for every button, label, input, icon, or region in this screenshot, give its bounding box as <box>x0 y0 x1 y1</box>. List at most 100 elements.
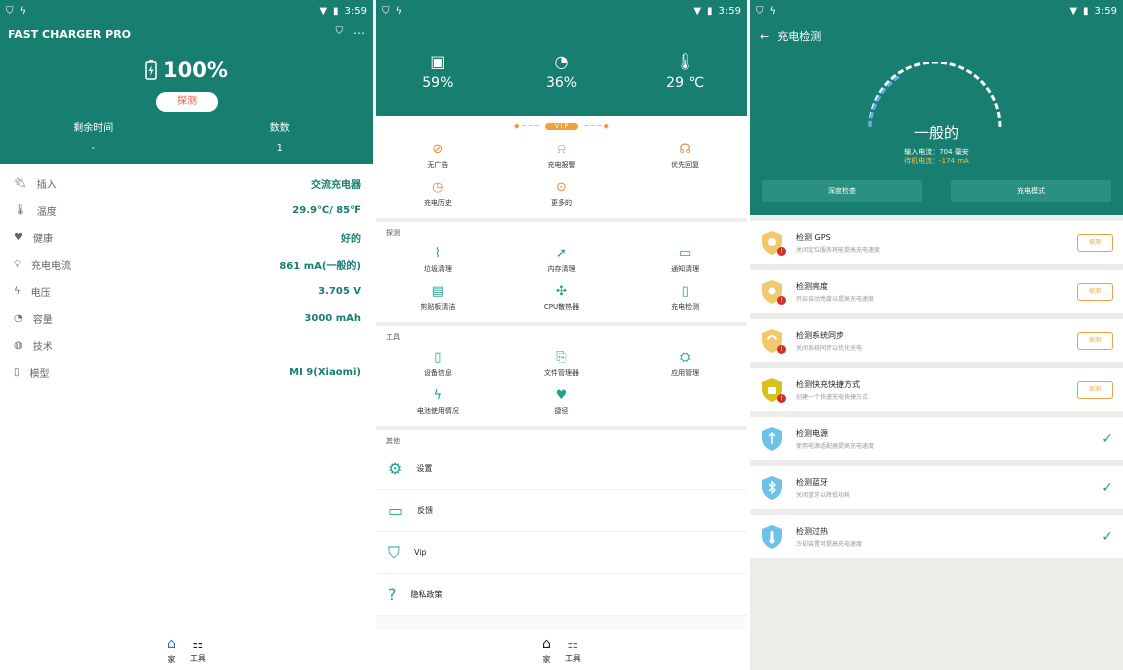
info-row-model: ▯ 模型 MI 9(Xiaomi) <box>14 367 361 380</box>
device-icon: ▯ <box>434 350 442 365</box>
check-mark-icon: ✓ <box>1101 479 1113 496</box>
shield-icon: ⛉ <box>756 5 764 17</box>
home-icon: ⌂ <box>167 635 176 652</box>
bolt-icon: ϟ <box>395 5 403 17</box>
check-quick-charge: ! 检测快充快捷方式 创建一个快速充电快捷方式 探测 <box>750 368 1123 411</box>
back-arrow-icon[interactable]: ← <box>760 30 769 43</box>
tool-memory-clean[interactable]: ➚ 内存清理 <box>500 246 624 274</box>
tool-battery-usage[interactable]: ϟ 电池使用情况 <box>376 388 500 416</box>
fan-icon: ✣ <box>556 284 567 299</box>
clipboard-icon: ▤ <box>431 284 444 299</box>
detect-sync-button[interactable]: 探测 <box>1077 331 1113 350</box>
nav-home[interactable]: ⌂ 家 <box>167 636 176 665</box>
plug-icon: 🔌︎ <box>14 178 27 189</box>
tool-charge-check[interactable]: ▯ 充电检测 <box>623 284 747 312</box>
check-bluetooth: 检测蓝牙 关闭蓝牙以降低功耗 ✓ <box>750 466 1123 509</box>
menu-feedback[interactable]: ▭ 反馈 <box>376 490 747 532</box>
no-ads-icon: ⊘ <box>432 142 444 157</box>
info-row-current: 💡︎ 充电电流 861 mA(一般的) <box>14 259 361 272</box>
menu-settings[interactable]: ⚙ 设置 <box>376 448 747 490</box>
sync-icon: ! <box>760 328 786 354</box>
broom-icon: ⌇ <box>434 246 441 261</box>
bolt-icon: ϟ <box>14 286 21 297</box>
battery-icon: ▮ <box>333 5 339 17</box>
battery-charging-icon <box>145 60 157 80</box>
count-stat: 数数 1 <box>269 123 290 154</box>
charge-mode-button[interactable]: 充电模式 <box>951 180 1111 202</box>
tool-junk-clean[interactable]: ⌇ 垃圾清理 <box>376 246 500 274</box>
section-detect-title: 探测 <box>386 229 400 237</box>
chat-icon: ▭ <box>679 246 692 261</box>
tool-device-info[interactable]: ▯ 设备信息 <box>376 350 500 378</box>
thermometer-icon: 🌡︎ <box>675 52 696 71</box>
home-icon: ⌂ <box>542 635 551 652</box>
deep-check-button[interactable]: 深度检查 <box>762 180 922 202</box>
bulb-icon: 💡︎ <box>14 259 21 270</box>
menu-privacy[interactable]: ? 隐私政策 <box>376 574 747 616</box>
info-row-voltage: ϟ 电压 3.705 V <box>14 286 361 299</box>
tool-notification-clean[interactable]: ▭ 通知清理 <box>623 246 747 274</box>
vip-priority-reply[interactable]: ☊ 优先回复 <box>623 142 747 170</box>
vip-grid: ⊘ 无广告 ⍾ 充电报警 ☊ 优先回复 ◷ 充电历史 ⊙ 更多的 <box>376 136 747 218</box>
detect-grid: ⌇ 垃圾清理 ➚ 内存清理 ▭ 通知清理 ▤ 剪贴板清洁 ✣ CPU散热器 ▯ 充电检测 <box>376 240 747 322</box>
headset-icon: ☊ <box>679 142 691 157</box>
section-other-title: 其他 <box>386 437 400 445</box>
check-power: 检测电源 使用电源适配器提高充电速度 ✓ <box>750 417 1123 460</box>
shield-icon: ⛉ <box>382 5 390 17</box>
vip-icon[interactable]: ⛉ <box>336 26 344 40</box>
globe-icon: ◍ <box>14 340 23 351</box>
detect-quick-charge-button[interactable]: 探测 <box>1077 380 1113 399</box>
tool-shortcut[interactable]: ♥ 捷径 <box>500 388 624 416</box>
ram-gauge: ◔ 36% <box>500 52 624 91</box>
nav-home[interactable]: ⌂ 家 <box>542 636 551 665</box>
alarm-icon: ⍾ <box>557 142 566 157</box>
tools-icon: ⚏ <box>192 636 204 651</box>
sdcard-icon: ▣ <box>430 52 446 71</box>
check-brightness: ! 检测亮度 开启自动亮度以提高充电速度 探测 <box>750 270 1123 313</box>
nav-tools[interactable]: ⚏ 工具 <box>565 637 581 664</box>
battery-icon: ▮ <box>1083 5 1089 17</box>
temperature-gauge: 🌡︎ 29 ℃ <box>623 52 747 91</box>
thermometer-icon: 🌡︎ <box>14 205 27 216</box>
tool-file-manager[interactable]: ⎘ 文件管理器 <box>500 350 624 378</box>
bolt-icon: ϟ <box>19 5 27 17</box>
nav-tools[interactable]: ⚏ 工具 <box>190 637 206 664</box>
thermometer-icon <box>760 524 784 550</box>
android-icon: ⛭ <box>679 350 691 365</box>
bluetooth-icon <box>760 475 784 501</box>
menu-vip[interactable]: ⛉ Vip <box>376 532 747 574</box>
detect-button[interactable]: 探测 <box>156 92 218 112</box>
status-bar: ⛉ ϟ ▼ ▮ 3:59 <box>756 5 1117 17</box>
feedback-icon: ▭ <box>388 501 404 520</box>
tool-clipboard-clean[interactable]: ▤ 剪贴板清洁 <box>376 284 500 312</box>
check-gps: ! 检测 GPS 关闭定位服务将能提高充电速度 探测 <box>750 221 1123 264</box>
vip-charge-alarm[interactable]: ⍾ 充电报警 <box>500 142 624 170</box>
tool-app-manager[interactable]: ⛭ 应用管理 <box>623 350 747 378</box>
section-tools-title: 工具 <box>386 333 400 341</box>
vip-divider: ◆ ─ ─ ─ V I P ─ ─ ─ ◆ <box>514 122 609 130</box>
vip-charge-history[interactable]: ◷ 充电历史 <box>376 180 500 208</box>
storage-gauge: ▣ 59% <box>376 52 500 91</box>
android-icon: ! <box>760 377 786 403</box>
more-icon[interactable]: ⋯ <box>353 26 365 40</box>
vip-more[interactable]: ⊙ 更多的 <box>500 180 624 208</box>
info-row-health: ♥ 健康 好的 <box>14 232 361 245</box>
tool-cpu-cooler[interactable]: ✣ CPU散热器 <box>500 284 624 312</box>
app-title: FAST CHARGER PRO <box>8 28 132 41</box>
rocket-icon: ➚ <box>556 246 567 261</box>
check-overheat: 检测过热 冷却装置可提高充电速度 ✓ <box>750 515 1123 558</box>
check-mark-icon: ✓ <box>1101 430 1113 447</box>
tools-grid: ▯ 设备信息 ⎘ 文件管理器 ⛭ 应用管理 ϟ 电池使用情况 ♥ 捷径 <box>376 344 747 426</box>
info-row-capacity: ◔ 容量 3000 mAh <box>14 313 361 326</box>
detect-gps-button[interactable]: 探测 <box>1077 233 1113 252</box>
usb-icon <box>760 426 784 452</box>
wifi-icon: ▼ <box>693 5 702 17</box>
history-icon: ◷ <box>432 180 444 195</box>
wifi-icon: ▼ <box>1069 5 1078 17</box>
heart-icon: ♥ <box>555 388 568 403</box>
page-title: 充电检测 <box>777 30 822 43</box>
file-manager-icon: ⎘ <box>556 350 567 365</box>
vip-no-ads[interactable]: ⊘ 无广告 <box>376 142 500 170</box>
detect-brightness-button[interactable]: 探测 <box>1077 282 1113 301</box>
tools-icon: ⚏ <box>567 636 579 651</box>
